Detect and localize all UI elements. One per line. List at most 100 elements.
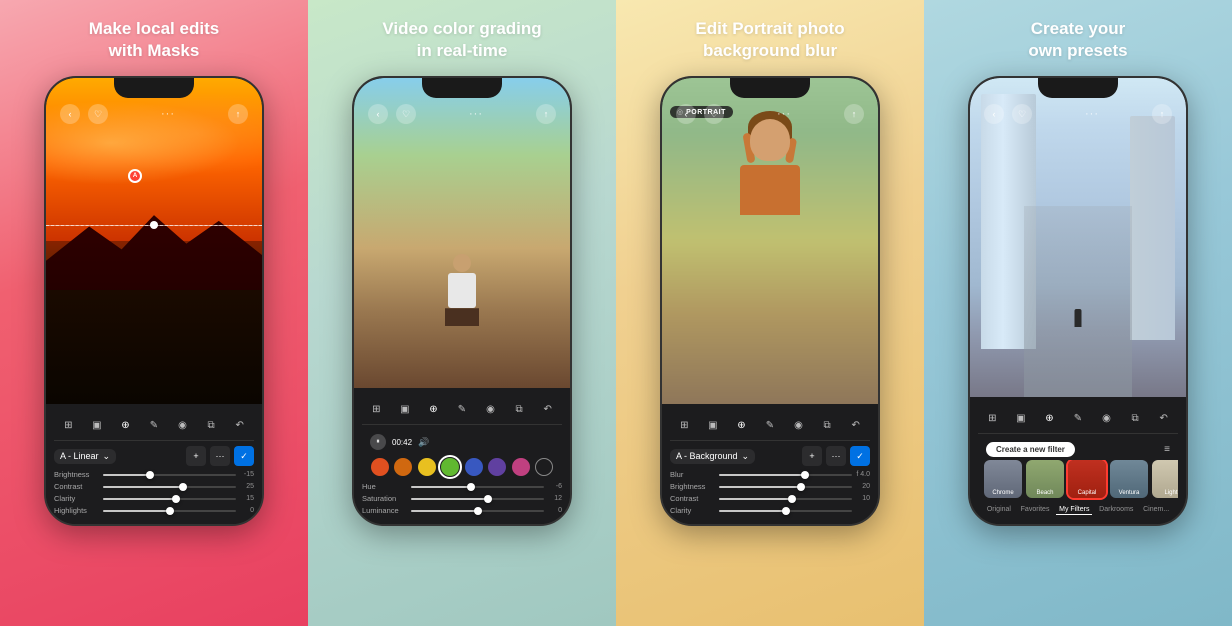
filter-thumb-capital[interactable]: Capital	[1068, 460, 1106, 498]
color-circle-5[interactable]	[488, 458, 506, 476]
phone-4: ‹ ♡ ··· ↑	[968, 76, 1188, 526]
add-mask-btn-3[interactable]: +	[802, 446, 822, 466]
history-tool-2[interactable]: ↶	[537, 398, 559, 420]
brightness-track[interactable]	[103, 474, 236, 476]
luminance-track[interactable]	[411, 510, 544, 512]
back-icon-3[interactable]: ‹	[676, 104, 696, 124]
history-tool-4[interactable]: ↶	[1153, 407, 1175, 429]
copy-tool-2[interactable]: ⧉	[508, 398, 530, 420]
filter-thumb-chrome[interactable]: Chrome	[984, 460, 1022, 498]
more-icon-3[interactable]: ···	[777, 108, 791, 120]
color-circle-4[interactable]	[465, 458, 483, 476]
more-icon[interactable]: ···	[161, 108, 175, 120]
play-pause-btn[interactable]: ⏸	[370, 434, 386, 450]
contrast-label: Contrast	[54, 482, 99, 491]
edit-tool[interactable]: ✎	[143, 414, 165, 436]
adjust-tool-3[interactable]: ▣	[702, 414, 724, 436]
highlights-track[interactable]	[103, 510, 236, 512]
toolbar-row-2: ⊞ ▣ ⊕ ✎ ◉ ⧉ ↶	[362, 394, 562, 425]
clarity-track[interactable]	[103, 498, 236, 500]
color-circle-0[interactable]	[371, 458, 389, 476]
filter-tool-4[interactable]: ⊕	[1038, 407, 1060, 429]
crop-tool-2[interactable]: ⊞	[365, 398, 387, 420]
phone-1: ‹ ♡ ··· ↑ A	[44, 76, 264, 526]
volume-icon[interactable]: 🔊	[418, 437, 429, 448]
mask-tool[interactable]: ◉	[172, 414, 194, 436]
mask-selector-label-3: A - Background	[676, 451, 738, 461]
blur-track[interactable]	[719, 474, 852, 476]
color-circle-3[interactable]	[441, 458, 459, 476]
add-mask-btn[interactable]: +	[186, 446, 206, 466]
clarity-label: Clarity	[54, 494, 99, 503]
filter-tool-3[interactable]: ⊕	[730, 414, 752, 436]
confirm-mask-btn-3[interactable]: ✓	[850, 446, 870, 466]
share-icon-3[interactable]: ↑	[844, 104, 864, 124]
filter-tab-favorites[interactable]: Favorites	[1018, 505, 1053, 515]
filter-tab-my-filters[interactable]: My Filters	[1056, 505, 1092, 515]
history-tool-3[interactable]: ↶	[845, 414, 867, 436]
hue-track[interactable]	[411, 486, 544, 488]
crop-tool-3[interactable]: ⊞	[673, 414, 695, 436]
phone-3-screen: ‹ ♡ ··· ↑ ◎ PORTRAIT	[662, 78, 878, 524]
color-circle-7[interactable]	[535, 458, 553, 476]
filter-tab-darkrooms[interactable]: Darkrooms	[1096, 505, 1136, 515]
copy-tool-3[interactable]: ⧉	[816, 414, 838, 436]
back-icon-4[interactable]: ‹	[984, 104, 1004, 124]
mask-tool-2[interactable]: ◉	[480, 398, 502, 420]
color-circle-1[interactable]	[394, 458, 412, 476]
phone-1-screen: ‹ ♡ ··· ↑ A	[46, 78, 262, 524]
filter-thumb-ventura[interactable]: Ventura	[1110, 460, 1148, 498]
contrast-value-3: 10	[856, 495, 870, 502]
mask-center-point[interactable]	[150, 221, 158, 229]
create-filter-btn[interactable]: Create a new filter	[986, 442, 1075, 457]
more-icon-4[interactable]: ···	[1085, 108, 1099, 120]
heart-icon-3[interactable]: ♡	[704, 104, 724, 124]
filter-tab-original[interactable]: Original	[984, 505, 1014, 515]
clarity-value: 15	[240, 495, 254, 502]
edit-tool-4[interactable]: ✎	[1067, 407, 1089, 429]
mask-tool-3[interactable]: ◉	[788, 414, 810, 436]
crop-tool-4[interactable]: ⊞	[981, 407, 1003, 429]
more-icon-2[interactable]: ···	[469, 108, 483, 120]
saturation-track[interactable]	[411, 498, 544, 500]
filter-tool-2[interactable]: ⊕	[422, 398, 444, 420]
mask-selector[interactable]: A - Linear ⌄	[54, 449, 116, 464]
share-icon-2[interactable]: ↑	[536, 104, 556, 124]
copy-tool[interactable]: ⧉	[200, 414, 222, 436]
clarity-slider-row: Clarity 15	[54, 494, 254, 503]
adjust-tool-2[interactable]: ▣	[394, 398, 416, 420]
back-icon[interactable]: ‹	[60, 104, 80, 124]
heart-icon-2[interactable]: ♡	[396, 104, 416, 124]
color-circle-6[interactable]	[512, 458, 530, 476]
filter-tab-cinema[interactable]: Cinem...	[1140, 505, 1172, 515]
more-mask-btn-3[interactable]: ···	[826, 446, 846, 466]
adjust-tool[interactable]: ▣	[86, 414, 108, 436]
back-icon-2[interactable]: ‹	[368, 104, 388, 124]
edit-tool-2[interactable]: ✎	[451, 398, 473, 420]
confirm-mask-btn[interactable]: ✓	[234, 446, 254, 466]
brightness-track-3[interactable]	[719, 486, 852, 488]
clarity-track-3[interactable]	[719, 510, 852, 512]
highlights-slider-row: Highlights 0	[54, 506, 254, 515]
filter-list-icon[interactable]: ≡	[1164, 444, 1170, 455]
luminance-value: 0	[548, 507, 562, 514]
mask-tool-4[interactable]: ◉	[1096, 407, 1118, 429]
phone-2: ‹ ♡ ··· ↑ ⊞	[352, 76, 572, 526]
history-tool[interactable]: ↶	[229, 414, 251, 436]
copy-tool-4[interactable]: ⧉	[1124, 407, 1146, 429]
contrast-track-3[interactable]	[719, 498, 852, 500]
heart-icon-4[interactable]: ♡	[1012, 104, 1032, 124]
mask-selector-3[interactable]: A - Background ⌄	[670, 449, 755, 464]
adjust-tool-4[interactable]: ▣	[1010, 407, 1032, 429]
edit-tool-3[interactable]: ✎	[759, 414, 781, 436]
filter-tool[interactable]: ⊕	[114, 414, 136, 436]
color-circle-2[interactable]	[418, 458, 436, 476]
share-icon[interactable]: ↑	[228, 104, 248, 124]
crop-tool[interactable]: ⊞	[57, 414, 79, 436]
filter-thumb-beach[interactable]: Beach	[1026, 460, 1064, 498]
share-icon-4[interactable]: ↑	[1152, 104, 1172, 124]
more-mask-btn[interactable]: ···	[210, 446, 230, 466]
heart-icon[interactable]: ♡	[88, 104, 108, 124]
filter-thumb-light[interactable]: Light	[1152, 460, 1178, 498]
contrast-track[interactable]	[103, 486, 236, 488]
